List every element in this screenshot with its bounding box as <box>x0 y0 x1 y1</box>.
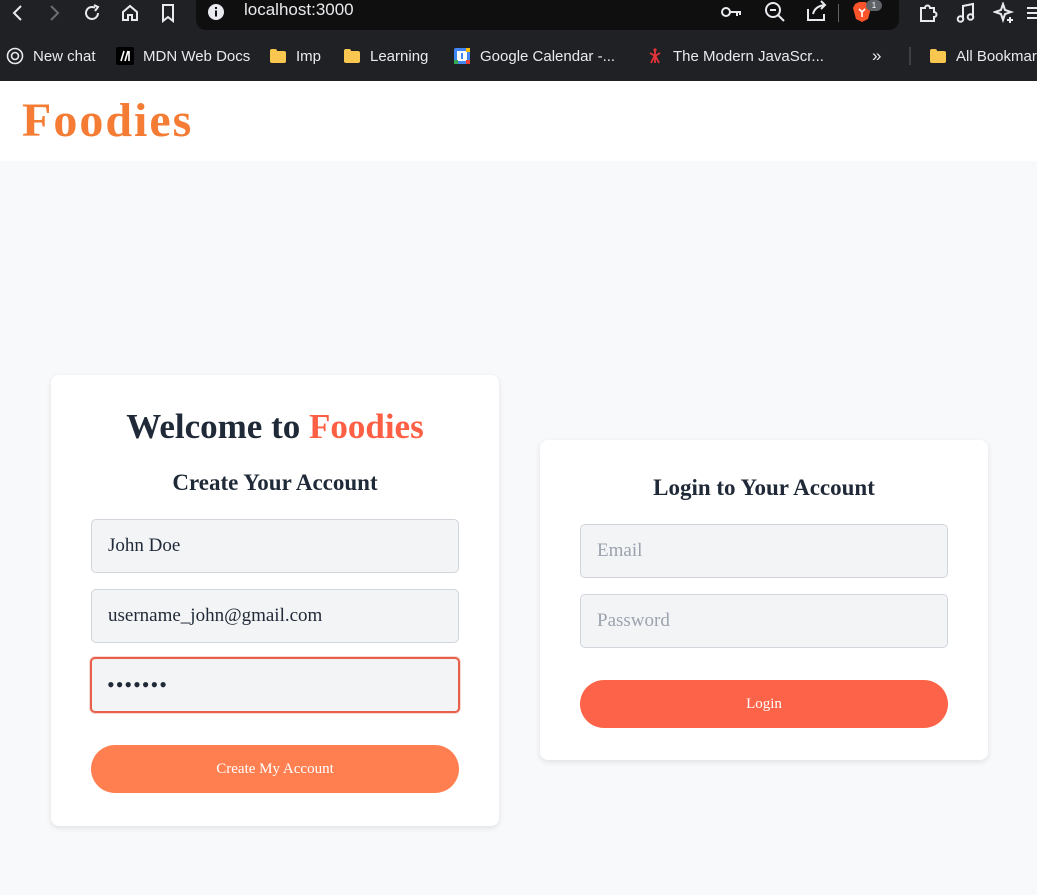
zoom-out-icon[interactable] <box>764 1 786 23</box>
forward-icon <box>50 5 60 21</box>
media-button[interactable] <box>954 0 978 26</box>
site-info-icon <box>208 4 224 20</box>
bookmarks-divider <box>909 47 911 65</box>
more-bookmarks-button[interactable]: » <box>872 45 881 67</box>
reload-button[interactable] <box>80 0 104 26</box>
menu-button[interactable] <box>1024 0 1037 26</box>
home-button[interactable] <box>118 0 142 26</box>
bookmark-label: Learning <box>370 47 429 65</box>
bookmark-label: Imp <box>296 47 322 65</box>
folder-icon <box>343 47 361 65</box>
bookmark-label: All Bookmar <box>956 47 1037 65</box>
login-subtitle: Login to Your Account <box>653 475 875 500</box>
chatgpt-icon <box>6 47 24 65</box>
bookmark-folder-learning[interactable]: Learning <box>343 45 428 67</box>
share-icon[interactable] <box>806 0 828 22</box>
bookmark-google-calendar[interactable]: Google Calendar -... <box>453 45 615 67</box>
signup-password-input[interactable] <box>90 657 460 713</box>
welcome-heading: Welcome to Foodies <box>51 405 499 449</box>
bookmark-icon <box>162 4 174 23</box>
app-logo[interactable]: Foodies <box>22 91 193 151</box>
javascript-info-icon <box>646 47 664 65</box>
browser-toolbar: localhost:3000 1 <box>0 0 1037 30</box>
bookmarks-bar: New chat MDN Web Docs Imp Learning Googl… <box>0 40 1037 72</box>
login-email-input[interactable] <box>580 524 948 578</box>
app-header: Foodies <box>0 81 1037 161</box>
back-button[interactable] <box>6 0 30 26</box>
reload-icon <box>85 4 100 20</box>
extensions-button[interactable] <box>916 0 940 26</box>
bookmark-folder-imp[interactable]: Imp <box>269 45 321 67</box>
name-input[interactable] <box>91 519 459 573</box>
bookmark-label: MDN Web Docs <box>143 47 251 65</box>
puzzle-icon <box>920 4 938 22</box>
welcome-prefix: Welcome to <box>126 407 301 446</box>
bookmark-mdn[interactable]: MDN Web Docs <box>116 45 250 67</box>
forward-button[interactable] <box>42 0 66 26</box>
bookmark-modern-javascript[interactable]: The Modern JavaScr... <box>646 45 824 67</box>
shields-count-badge: 1 <box>866 0 882 11</box>
leo-ai-button[interactable] <box>992 0 1016 26</box>
music-note-icon <box>956 2 975 23</box>
home-icon <box>122 4 138 21</box>
bookmark-label: Google Calendar -... <box>480 47 616 65</box>
create-account-button[interactable]: Create My Account <box>91 745 459 793</box>
signup-subtitle: Create Your Account <box>172 470 378 495</box>
google-calendar-icon <box>453 47 471 65</box>
login-button[interactable]: Login <box>580 680 948 728</box>
mdn-icon <box>116 47 134 65</box>
address-bar[interactable]: localhost:3000 <box>196 0 899 30</box>
bookmark-label: New chat <box>33 47 96 65</box>
signup-card: Welcome to Foodies Create Your Account C… <box>51 375 499 826</box>
sparkle-icon <box>993 2 1015 24</box>
login-password-input[interactable] <box>580 594 948 648</box>
password-key-icon[interactable] <box>721 5 743 19</box>
address-bar-divider <box>838 4 839 22</box>
folder-icon <box>929 47 947 65</box>
url-text: localhost:3000 <box>244 0 354 19</box>
back-icon <box>12 5 22 21</box>
menu-icon <box>1027 7 1037 19</box>
signup-email-input[interactable] <box>91 589 459 643</box>
bookmark-label: The Modern JavaScr... <box>673 47 824 65</box>
bookmark-all-bookmarks[interactable]: All Bookmar <box>929 45 1037 67</box>
welcome-brand: Foodies <box>308 407 424 446</box>
login-card: Login to Your Account Login <box>540 440 988 760</box>
bookmark-new-chat[interactable]: New chat <box>6 45 96 67</box>
bookmark-page-button[interactable] <box>156 0 180 26</box>
browser-chrome: localhost:3000 1 New chat MDN Web Docs I… <box>0 0 1037 81</box>
folder-icon <box>269 47 287 65</box>
